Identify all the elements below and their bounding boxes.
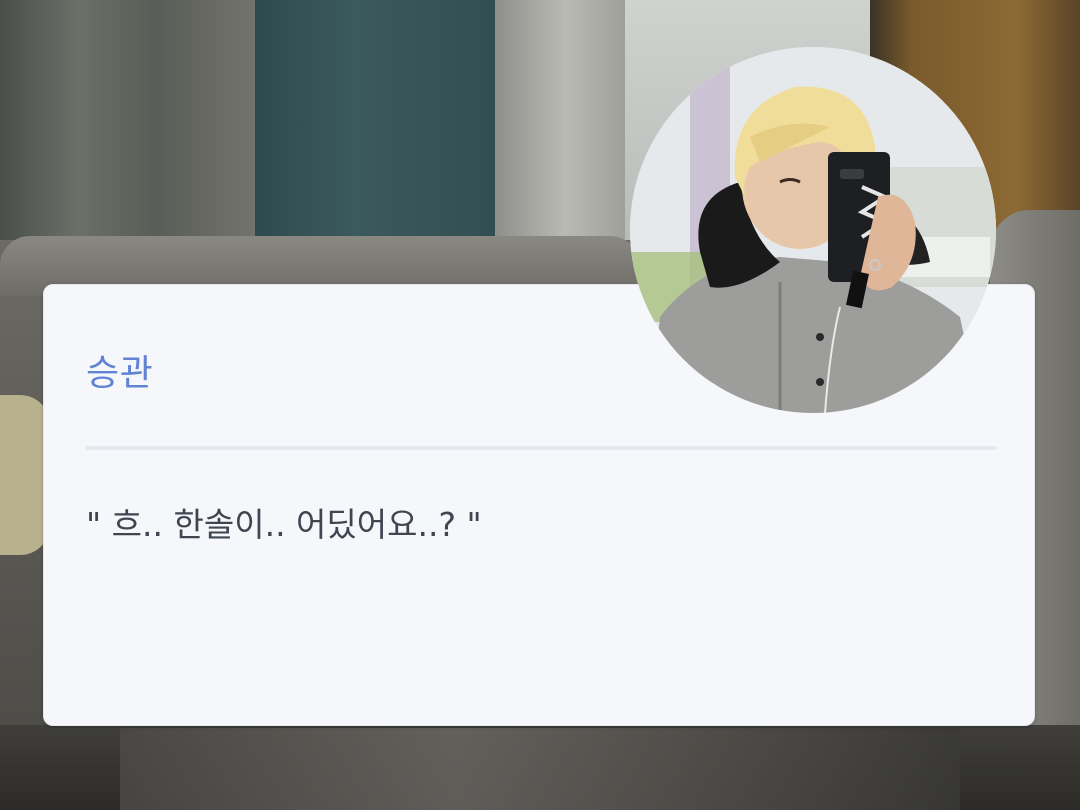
- dialog-text: " 흐.. 한솔이.. 어딨어요..? ": [86, 505, 482, 544]
- character-portrait-icon: [630, 47, 996, 413]
- dialog-divider: [85, 446, 997, 450]
- background-bed-frame: [120, 728, 960, 810]
- character-avatar: [630, 47, 996, 413]
- visual-novel-scene: 승관 " 흐.. 한솔이.. 어딨어요..? ": [0, 0, 1080, 810]
- speaker-name: 승관: [86, 353, 154, 394]
- background-curtain-teal: [255, 0, 505, 260]
- background-curtain-white: [495, 0, 635, 260]
